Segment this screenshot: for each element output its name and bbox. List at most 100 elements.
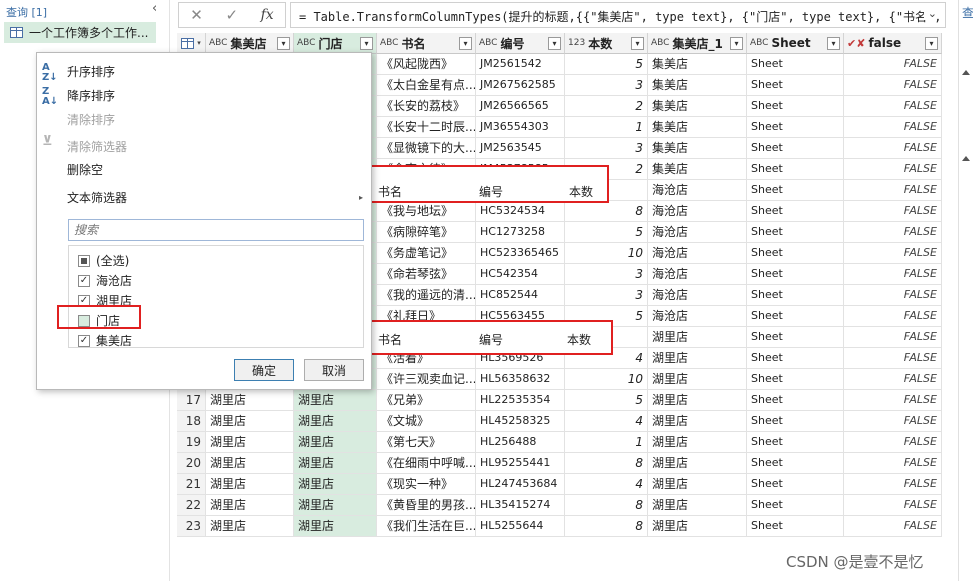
column-header-mendian[interactable]: ABC 门店 ▾ — [294, 33, 377, 54]
cell-store[interactable]: 湖里店 — [648, 369, 747, 390]
cell-sheet[interactable]: Sheet — [747, 453, 844, 474]
cell-code[interactable]: HL56358632 — [476, 369, 565, 390]
triangle-icon[interactable] — [962, 156, 970, 161]
cell-store[interactable]: 湖里店 — [648, 348, 747, 369]
cell-store[interactable]: 湖里店 — [648, 390, 747, 411]
cell-sheet[interactable]: Sheet — [747, 117, 844, 138]
cell-false[interactable]: FALSE — [844, 369, 942, 390]
cell-code[interactable]: HL256488 — [476, 432, 565, 453]
chevron-left-icon[interactable]: ‹ — [152, 1, 157, 16]
row-index[interactable]: 19 — [177, 432, 206, 453]
column-header-shuming[interactable]: ABC 书名 ▾ — [377, 33, 476, 54]
cell-code[interactable]: HL35415274 — [476, 495, 565, 516]
cell-sheet[interactable]: Sheet — [747, 201, 844, 222]
filter-dropdown-icon[interactable]: ▾ — [548, 36, 561, 50]
cell-qty[interactable]: 3 — [565, 138, 648, 159]
text-filter-item[interactable]: 文本筛选器 — [67, 189, 127, 206]
column-header-jimeidian-1[interactable]: ABC 集美店_1 ▾ — [648, 33, 747, 54]
cell-qty[interactable]: 10 — [565, 243, 648, 264]
cell-store[interactable]: 海沧店 — [648, 306, 747, 327]
cell-mendian[interactable]: 湖里店 — [294, 516, 377, 537]
row-index[interactable]: 22 — [177, 495, 206, 516]
cell-sheet[interactable]: Sheet — [747, 348, 844, 369]
cell-sheet[interactable]: Sheet — [747, 222, 844, 243]
checkbox[interactable]: ✓ — [78, 274, 90, 287]
cell-book[interactable]: 《黄昏里的男孩... — [377, 495, 476, 516]
cell-store[interactable]: 海沧店 — [648, 264, 747, 285]
cell-false[interactable]: FALSE — [844, 306, 942, 327]
cell-sheet[interactable]: Sheet — [747, 159, 844, 180]
cell-code[interactable]: HL45258325 — [476, 411, 565, 432]
cell-store[interactable]: 湖里店 — [648, 327, 747, 348]
checklist-item-jimei[interactable]: ✓ 集美店 — [78, 332, 132, 349]
row-index[interactable]: 17 — [177, 390, 206, 411]
filter-dropdown-icon[interactable]: ▾ — [827, 36, 840, 50]
filter-dropdown-icon[interactable]: ▾ — [459, 36, 472, 50]
column-header-false[interactable]: ✔✘ false ▾ — [844, 33, 942, 54]
cell-qty[interactable]: 3 — [565, 285, 648, 306]
cell-store[interactable]: 集美店 — [648, 75, 747, 96]
cell-store[interactable]: 海沧店 — [648, 243, 747, 264]
check-icon[interactable]: ✓ — [225, 6, 238, 24]
cell-sheet[interactable]: Sheet — [747, 327, 844, 348]
cell-store[interactable]: 湖里店 — [648, 495, 747, 516]
cell-book[interactable]: 《文城》 — [377, 411, 476, 432]
cell-sheet[interactable]: Sheet — [747, 516, 844, 537]
cell-code[interactable]: JM26566565 — [476, 96, 565, 117]
cell-sheet[interactable]: Sheet — [747, 264, 844, 285]
cell-code[interactable]: HC523365465 — [476, 243, 565, 264]
formula-input[interactable]: = Table.TransformColumnTypes(提升的标题,{{"集美… — [290, 2, 946, 28]
cell-book[interactable]: 《病隙碎笔》 — [377, 222, 476, 243]
cell-false[interactable]: FALSE — [844, 117, 942, 138]
cell-sheet[interactable]: Sheet — [747, 432, 844, 453]
cell-book[interactable]: 《我的遥远的清... — [377, 285, 476, 306]
cell-false[interactable]: FALSE — [844, 390, 942, 411]
cell-false[interactable]: FALSE — [844, 75, 942, 96]
sort-ascending-item[interactable]: 升序排序 — [67, 63, 115, 80]
remove-empty-item[interactable]: 删除空 — [67, 161, 103, 178]
cell-qty[interactable]: 5 — [565, 54, 648, 75]
row-index[interactable]: 18 — [177, 411, 206, 432]
cell-mendian[interactable]: 湖里店 — [294, 432, 377, 453]
cell-false[interactable]: FALSE — [844, 54, 942, 75]
cell-store[interactable]: 湖里店 — [648, 516, 747, 537]
cell-false[interactable]: FALSE — [844, 96, 942, 117]
cell-false[interactable]: FALSE — [844, 243, 942, 264]
fx-icon[interactable]: fx — [261, 7, 274, 23]
cell-qty[interactable]: 10 — [565, 369, 648, 390]
cell-book[interactable]: 《兄弟》 — [377, 390, 476, 411]
cell-book[interactable]: 《长安十二时辰... — [377, 117, 476, 138]
clear-filter-item[interactable]: 清除筛选器 — [67, 138, 127, 155]
cell-qty[interactable]: 8 — [565, 495, 648, 516]
cell-code[interactable]: HC852544 — [476, 285, 565, 306]
cell-code[interactable]: JM2561542 — [476, 54, 565, 75]
cancel-icon[interactable]: ✕ — [190, 6, 203, 24]
cell-qty[interactable]: 8 — [565, 453, 648, 474]
clear-sort-item[interactable]: 清除排序 — [67, 111, 115, 128]
cell-store[interactable]: 湖里店 — [648, 474, 747, 495]
cell-jimeidian[interactable]: 湖里店 — [206, 495, 294, 516]
checklist-item-select-all[interactable]: (全选) — [78, 252, 129, 269]
cell-sheet[interactable]: Sheet — [747, 369, 844, 390]
cell-qty[interactable]: 8 — [565, 201, 648, 222]
cell-false[interactable]: FALSE — [844, 516, 942, 537]
cell-code[interactable]: HC542354 — [476, 264, 565, 285]
checkbox[interactable] — [78, 254, 90, 267]
cell-qty[interactable]: 4 — [565, 474, 648, 495]
cell-book[interactable]: 《第七天》 — [377, 432, 476, 453]
cell-false[interactable]: FALSE — [844, 348, 942, 369]
cell-qty[interactable]: 8 — [565, 516, 648, 537]
cell-jimeidian[interactable]: 湖里店 — [206, 390, 294, 411]
cell-sheet[interactable]: Sheet — [747, 495, 844, 516]
cell-mendian[interactable]: 湖里店 — [294, 411, 377, 432]
checkbox[interactable]: ✓ — [78, 334, 90, 347]
cell-book[interactable]: 《许三观卖血记... — [377, 369, 476, 390]
checklist-item-haicang[interactable]: ✓ 海沧店 — [78, 272, 132, 289]
cell-mendian[interactable]: 湖里店 — [294, 453, 377, 474]
cell-qty[interactable]: 3 — [565, 75, 648, 96]
cell-false[interactable]: FALSE — [844, 159, 942, 180]
cell-store[interactable]: 海沧店 — [648, 222, 747, 243]
cell-sheet[interactable]: Sheet — [747, 474, 844, 495]
cell-code[interactable]: HL95255441 — [476, 453, 565, 474]
cell-book[interactable]: 《风起陇西》 — [377, 54, 476, 75]
